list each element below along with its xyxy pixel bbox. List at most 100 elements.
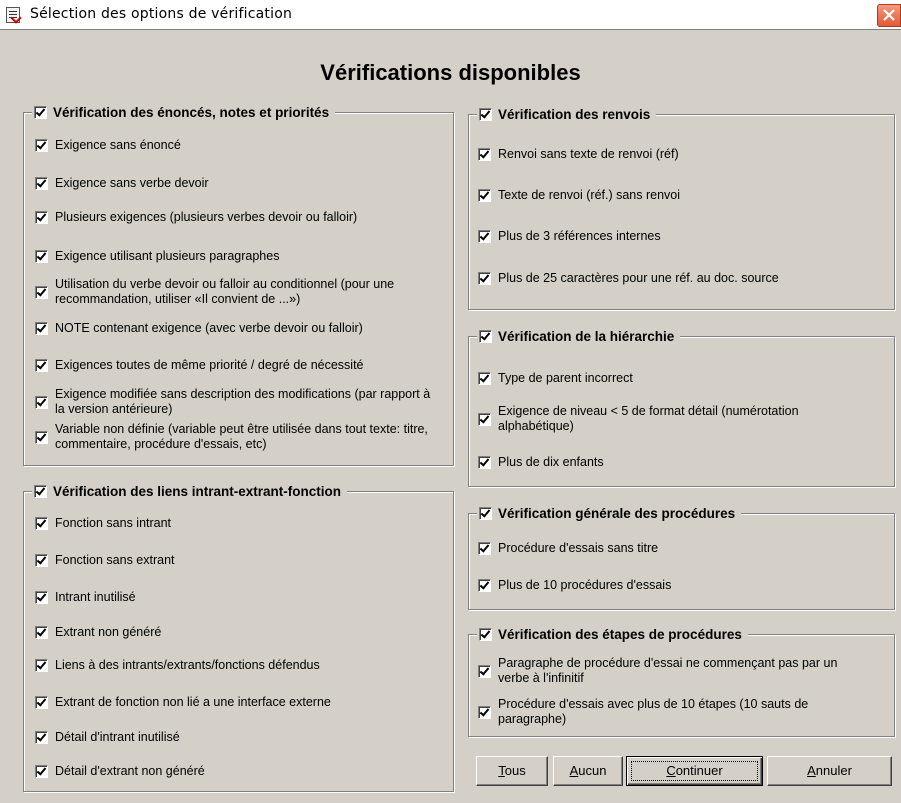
checkbox[interactable]	[479, 506, 492, 520]
aucun-button[interactable]: Aucun	[553, 756, 623, 786]
checkbox[interactable]	[478, 705, 491, 719]
item-label: Plus de 3 références internes	[498, 229, 661, 243]
procedures-item-2[interactable]: Plus de 10 procédures d'essais	[478, 578, 671, 593]
procedures-item-1[interactable]: Procédure d'essais sans titre	[478, 541, 658, 556]
checkbox[interactable]	[478, 230, 491, 243]
checkbox[interactable]	[35, 250, 48, 263]
checkbox[interactable]	[35, 395, 48, 409]
group-procedures-checkbox[interactable]: Vérification générale des procédures	[477, 504, 742, 522]
enonces-item-2[interactable]: Exigence sans verbe devoir	[35, 176, 209, 191]
item-label: NOTE contenant exigence (avec verbe devo…	[55, 321, 363, 335]
item-label: Variable non définie (variable peut être…	[55, 422, 428, 451]
checkbox[interactable]	[35, 139, 48, 152]
item-label: Exigence modifiée sans description des m…	[55, 387, 431, 416]
item-label: Liens à des intrants/extrants/fonctions …	[55, 658, 320, 672]
liens-item-5[interactable]: Liens à des intrants/extrants/fonctions …	[35, 658, 320, 673]
item-label: Type de parent incorrect	[498, 371, 633, 385]
checkbox[interactable]	[478, 148, 491, 161]
enonces-item-3[interactable]: Plusieurs exigences (plusieurs verbes de…	[35, 210, 357, 225]
item-label: Procédure d'essais sans titre	[498, 541, 659, 555]
checkbox[interactable]	[478, 272, 491, 285]
liens-item-6[interactable]: Extrant de fonction non lié a une interf…	[35, 695, 331, 710]
continuer-button[interactable]: Continuer	[626, 756, 763, 786]
item-label: Procédure d'essais avec plus de 10 étape…	[498, 697, 809, 726]
item-label: Extrant non généré	[55, 625, 162, 639]
checkbox[interactable]	[35, 285, 48, 299]
checkbox[interactable]	[35, 554, 48, 567]
close-x-icon	[883, 9, 895, 21]
item-label: Exigences toutes de même priorité / degr…	[55, 358, 364, 372]
renvois-item-4[interactable]: Plus de 25 caractères pour une réf. au d…	[478, 271, 779, 286]
group-etapes-checkbox[interactable]: Vérification des étapes de procédures	[477, 625, 748, 643]
item-label: Fonction sans intrant	[55, 516, 172, 530]
checkbox[interactable]	[478, 412, 491, 426]
liens-item-3[interactable]: Intrant inutilisé	[35, 590, 136, 605]
checkbox[interactable]	[478, 456, 491, 469]
liens-item-7[interactable]: Détail d'intrant inutilisé	[35, 730, 180, 745]
checkbox[interactable]	[35, 591, 48, 604]
group-hierarchie-checkbox[interactable]: Vérification de la hiérarchie	[477, 327, 681, 345]
checkbox[interactable]	[35, 322, 48, 335]
group-enonces-label: Vérification des énoncés, notes et prior…	[53, 104, 330, 120]
group-liens-label: Vérification des liens intrant-extrant-f…	[53, 483, 342, 499]
group-liens: Vérification des liens intrant-extrant-f…	[23, 482, 454, 792]
checkbox[interactable]	[35, 359, 48, 372]
renvois-item-1[interactable]: Renvoi sans texte de renvoi (réf)	[478, 147, 679, 162]
checkbox[interactable]	[479, 627, 492, 641]
group-enonces-checkbox[interactable]: Vérification des énoncés, notes et prior…	[32, 103, 336, 121]
annuler-label: nnuler	[815, 763, 852, 778]
item-label: Plus de 25 caractères pour une réf. au d…	[498, 271, 779, 285]
tous-button[interactable]: Tous	[476, 756, 548, 786]
renvois-item-2[interactable]: Texte de renvoi (réf.) sans renvoi	[478, 188, 680, 203]
renvois-item-3[interactable]: Plus de 3 références internes	[478, 229, 661, 244]
item-label: Plus de 10 procédures d'essais	[498, 578, 672, 592]
hierarchie-item-1[interactable]: Type de parent incorrect	[478, 371, 633, 386]
checkbox[interactable]	[35, 430, 48, 444]
hierarchie-item-3[interactable]: Plus de dix enfants	[478, 455, 604, 470]
liens-item-4[interactable]: Extrant non généré	[35, 625, 161, 640]
checkbox[interactable]	[35, 765, 48, 778]
enonces-item-1[interactable]: Exigence sans énoncé	[35, 138, 181, 153]
item-label: Renvoi sans texte de renvoi (réf)	[498, 147, 679, 161]
checkbox[interactable]	[478, 542, 491, 555]
checkbox[interactable]	[479, 329, 492, 343]
item-label: Texte de renvoi (réf.) sans renvoi	[498, 188, 681, 202]
item-label: Paragraphe de procédure d'essai ne comme…	[498, 656, 838, 685]
liens-item-1[interactable]: Fonction sans intrant	[35, 516, 171, 531]
liens-item-8[interactable]: Détail d'extrant non généré	[35, 764, 205, 779]
checkbox[interactable]	[35, 731, 48, 744]
checkbox[interactable]	[479, 107, 492, 121]
enonces-item-5[interactable]: Utilisation du verbe devoir ou falloir a…	[35, 277, 435, 307]
checkbox[interactable]	[35, 211, 48, 224]
close-button[interactable]	[877, 4, 901, 27]
enonces-item-9[interactable]: Variable non définie (variable peut être…	[35, 422, 435, 452]
checkbox[interactable]	[34, 105, 47, 119]
checkbox[interactable]	[478, 372, 491, 385]
checkbox[interactable]	[35, 626, 48, 639]
checkbox[interactable]	[478, 189, 491, 202]
focus-rectangle	[631, 761, 758, 781]
item-label: Exigence de niveau < 5 de format détail …	[498, 404, 799, 433]
checkbox[interactable]	[35, 517, 48, 530]
group-renvois-checkbox[interactable]: Vérification des renvois	[477, 105, 657, 123]
item-label: Intrant inutilisé	[55, 590, 136, 604]
etapes-item-1[interactable]: Paragraphe de procédure d'essai ne comme…	[478, 656, 878, 686]
checkbox[interactable]	[35, 177, 48, 190]
enonces-item-7[interactable]: Exigences toutes de même priorité / degr…	[35, 358, 364, 373]
etapes-item-2[interactable]: Procédure d'essais avec plus de 10 étape…	[478, 697, 878, 727]
group-liens-checkbox[interactable]: Vérification des liens intrant-extrant-f…	[32, 482, 348, 500]
checkbox[interactable]	[34, 484, 47, 498]
item-label: Extrant de fonction non lié a une interf…	[55, 695, 331, 709]
hierarchie-item-2[interactable]: Exigence de niveau < 5 de format détail …	[478, 404, 878, 434]
window-title: Sélection des options de vérification	[30, 6, 293, 22]
enonces-item-8[interactable]: Exigence modifiée sans description des m…	[35, 387, 435, 417]
annuler-button[interactable]: Annuler	[767, 756, 892, 786]
title-bar[interactable]: Sélection des options de vérification	[0, 0, 901, 30]
checkbox[interactable]	[478, 664, 491, 678]
checkbox[interactable]	[478, 579, 491, 592]
checkbox[interactable]	[35, 659, 48, 672]
enonces-item-6[interactable]: NOTE contenant exigence (avec verbe devo…	[35, 321, 363, 336]
liens-item-2[interactable]: Fonction sans extrant	[35, 553, 175, 568]
checkbox[interactable]	[35, 696, 48, 709]
enonces-item-4[interactable]: Exigence utilisant plusieurs paragraphes	[35, 249, 279, 264]
